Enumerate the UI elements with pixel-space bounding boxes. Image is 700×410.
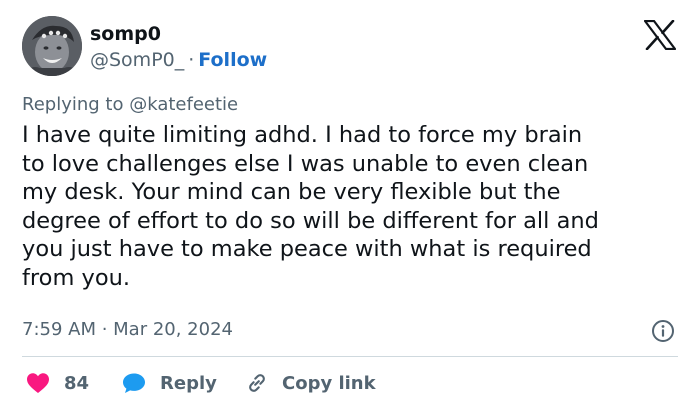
handle-separator: · bbox=[188, 49, 195, 71]
replying-to-label: Replying to bbox=[22, 94, 124, 115]
reply-button[interactable]: Reply bbox=[122, 370, 217, 396]
info-icon[interactable] bbox=[651, 319, 675, 343]
link-icon bbox=[245, 371, 269, 395]
author-handle-row: @SomP0_ · Follow bbox=[90, 48, 267, 72]
avatar[interactable] bbox=[22, 16, 82, 76]
divider bbox=[22, 356, 678, 357]
replying-to-mention[interactable]: @katefeetie bbox=[129, 94, 238, 115]
tweet-card: somp0 @SomP0_ · Follow Replying to @katefe… bbox=[0, 0, 700, 410]
copy-link-button[interactable]: Copy link bbox=[245, 370, 376, 396]
reply-context: Replying to @katefeetie bbox=[22, 93, 238, 117]
tweet-timestamp[interactable]: 7:59 AM · Mar 20, 2024 bbox=[22, 318, 233, 342]
heart-icon bbox=[26, 372, 50, 394]
tweet-text: I have quite limiting adhd. I had to for… bbox=[22, 122, 599, 291]
like-button[interactable]: 84 bbox=[26, 370, 89, 396]
reply-label: Reply bbox=[160, 372, 217, 394]
speech-bubble-icon bbox=[122, 372, 146, 394]
copy-link-label: Copy link bbox=[282, 372, 376, 394]
follow-button[interactable]: Follow bbox=[198, 49, 267, 71]
author-handle[interactable]: @SomP0_ bbox=[90, 49, 184, 71]
x-logo-icon[interactable] bbox=[643, 19, 677, 51]
like-count: 84 bbox=[64, 372, 90, 394]
author-display-name[interactable]: somp0 bbox=[90, 22, 161, 46]
